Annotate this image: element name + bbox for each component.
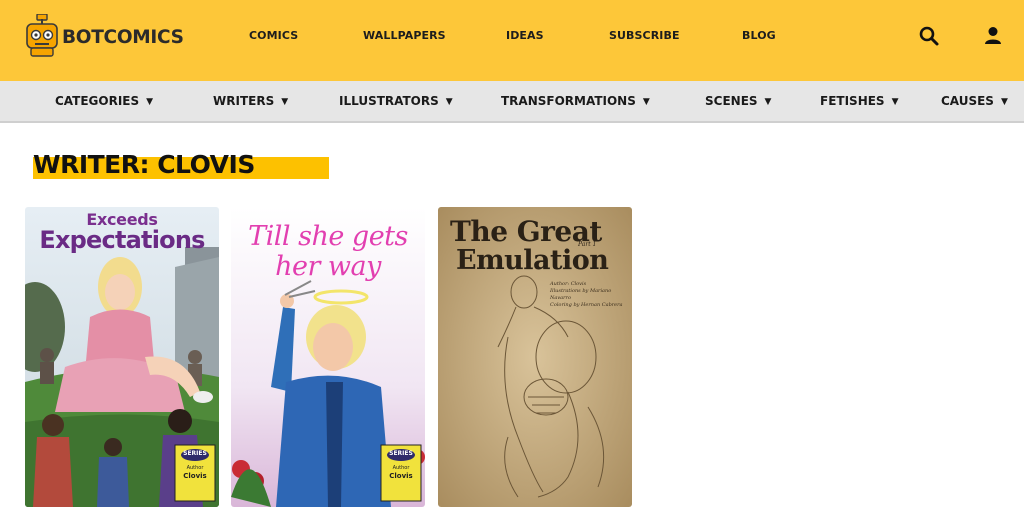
nav-blog[interactable]: BLOG bbox=[742, 29, 776, 42]
caret-down-icon: ▼ bbox=[764, 97, 772, 107]
dropdown-label: CATEGORIES bbox=[55, 94, 140, 108]
dropdown-label: SCENES bbox=[705, 94, 758, 108]
comic-card-till-she-gets-her-way[interactable]: Till she gets her way SERIES Author Clov… bbox=[231, 207, 425, 507]
page-title: WRITER: CLOVIS bbox=[33, 150, 255, 179]
cover-title-line2: Emulation bbox=[456, 245, 609, 276]
dropdown-scenes[interactable]: SCENES ▼ bbox=[705, 94, 771, 108]
category-bar: CATEGORIES ▼ WRITERS ▼ ILLUSTRATORS ▼ TRANS… bbox=[0, 81, 1024, 123]
comic-card-the-great-emulation[interactable]: The Great Emulation Part 1 Author: Clovi… bbox=[438, 207, 632, 507]
series-badge-label: SERIES bbox=[389, 450, 413, 457]
cover-credits: Author: Clovis Illustrations by Mariano … bbox=[550, 281, 632, 309]
caret-down-icon: ▼ bbox=[642, 97, 650, 107]
dropdown-label: CAUSES bbox=[941, 94, 994, 108]
caret-down-icon: ▼ bbox=[445, 97, 453, 107]
site-logo[interactable]: BOTCOMICS bbox=[24, 14, 184, 58]
nav-wallpapers[interactable]: WALLPAPERS bbox=[363, 29, 446, 42]
cover-title-line1: Till she gets bbox=[248, 221, 408, 252]
comic-card-exceeds-expectations[interactable]: Exceeds Expectations SERIES Author Clovi… bbox=[25, 207, 219, 507]
caret-down-icon: ▼ bbox=[281, 97, 289, 107]
site-header: BOTCOMICS COMICS WALLPAPERS IDEAS SUBSCR… bbox=[0, 0, 1024, 81]
badge-author-label: Author bbox=[392, 465, 410, 471]
cover-title-line2: her way bbox=[275, 251, 381, 282]
brand-name: BOTCOMICS bbox=[62, 27, 184, 48]
cover-part-label: Part 1 bbox=[578, 241, 597, 248]
dropdown-label: ILLUSTRATORS bbox=[339, 94, 439, 108]
nav-comics[interactable]: COMICS bbox=[249, 29, 298, 42]
search-icon[interactable] bbox=[918, 25, 940, 47]
dropdown-label: WRITERS bbox=[213, 94, 275, 108]
dropdown-fetishes[interactable]: FETISHES ▼ bbox=[820, 94, 899, 108]
badge-author-name: Clovis bbox=[389, 472, 413, 480]
dropdown-causes[interactable]: CAUSES ▼ bbox=[941, 94, 1008, 108]
dropdown-categories[interactable]: CATEGORIES ▼ bbox=[55, 94, 153, 108]
caret-down-icon: ▼ bbox=[1000, 97, 1008, 107]
badge-author-name: Clovis bbox=[183, 472, 207, 480]
dropdown-writers[interactable]: WRITERS ▼ bbox=[213, 94, 288, 108]
credit-author: Author: Clovis bbox=[550, 281, 587, 287]
dropdown-label: TRANSFORMATIONS bbox=[501, 94, 636, 108]
series-badge-label: SERIES bbox=[183, 450, 207, 457]
credit-illustrator: Illustrations by Mariano Navarro bbox=[550, 288, 612, 301]
cover-title-line2: Expectations bbox=[39, 226, 205, 254]
caret-down-icon: ▼ bbox=[891, 97, 899, 107]
caret-down-icon: ▼ bbox=[146, 97, 154, 107]
dropdown-transformations[interactable]: TRANSFORMATIONS ▼ bbox=[501, 94, 650, 108]
badge-author-label: Author bbox=[186, 465, 204, 471]
credit-colorist: Coloring by Hernan Cabrera bbox=[550, 302, 623, 308]
nav-ideas[interactable]: IDEAS bbox=[506, 29, 544, 42]
dropdown-illustrators[interactable]: ILLUSTRATORS ▼ bbox=[339, 94, 453, 108]
dropdown-label: FETISHES bbox=[820, 94, 885, 108]
user-icon[interactable] bbox=[982, 25, 1004, 47]
nav-subscribe[interactable]: SUBSCRIBE bbox=[609, 29, 680, 42]
robot-logo-icon bbox=[26, 14, 58, 57]
